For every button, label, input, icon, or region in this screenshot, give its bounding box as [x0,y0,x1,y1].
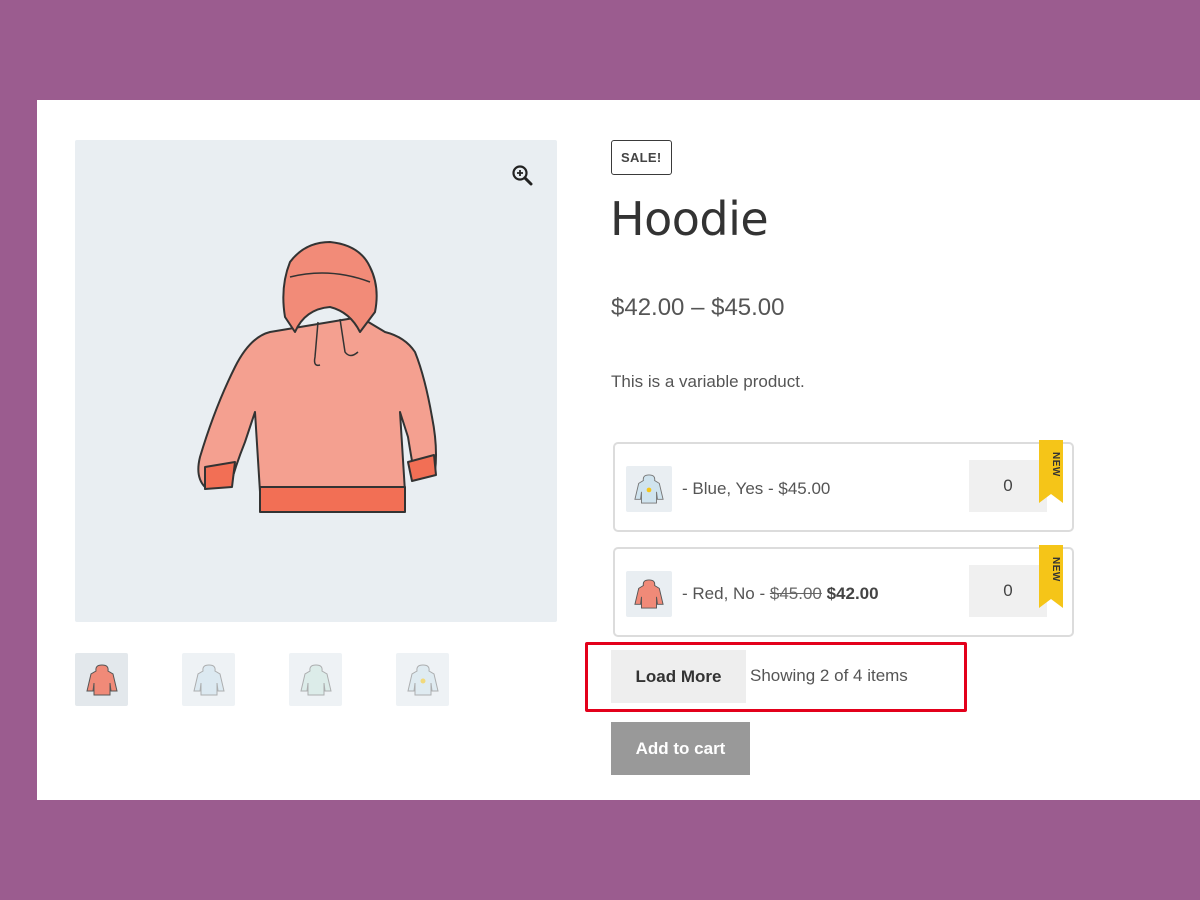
variation-label: - Blue, Yes - $45.00 [682,479,830,499]
thumbnail-red-hoodie[interactable] [75,653,128,706]
thumbnail-green-hoodie[interactable] [289,653,342,706]
product-card: SALE! Hoodie $42.00 – $45.00 This is a v… [37,100,1200,800]
variation-price: $45.00 [778,479,831,498]
sale-badge: SALE! [611,140,672,175]
quantity-input[interactable] [969,460,1047,512]
product-title: Hoodie [610,192,769,246]
variation-label: - Red, No - $45.00 $42.00 [682,584,879,604]
quantity-input[interactable] [969,565,1047,617]
variation-attributes: - Red, No - [682,584,770,603]
variation-thumbnail [626,571,672,617]
variation-old-price: $45.00 [769,584,822,603]
load-more-button[interactable]: Load More [611,650,746,703]
hoodie-image [197,241,437,513]
thumbnail-blue-logo-hoodie[interactable] [396,653,449,706]
price-range: $42.00 – $45.00 [611,294,785,321]
zoom-in-icon[interactable] [511,164,535,188]
new-ribbon-label: NEW [1050,452,1061,477]
variation-thumbnail [626,466,672,512]
variation-price: $42.00 [826,584,879,603]
product-description: This is a variable product. [611,372,805,391]
items-count-status: Showing 2 of 4 items [750,666,908,685]
variation-attributes: - Blue, Yes - [682,479,779,498]
thumbnail-blue-hoodie[interactable] [182,653,235,706]
variation-row: - Red, No - $45.00 $42.00 NEW [613,545,1074,637]
variation-row: - Blue, Yes - $45.00 NEW [613,440,1074,532]
add-to-cart-button[interactable]: Add to cart [611,722,750,775]
new-ribbon-label: NEW [1050,557,1061,582]
product-main-image[interactable] [75,140,557,622]
